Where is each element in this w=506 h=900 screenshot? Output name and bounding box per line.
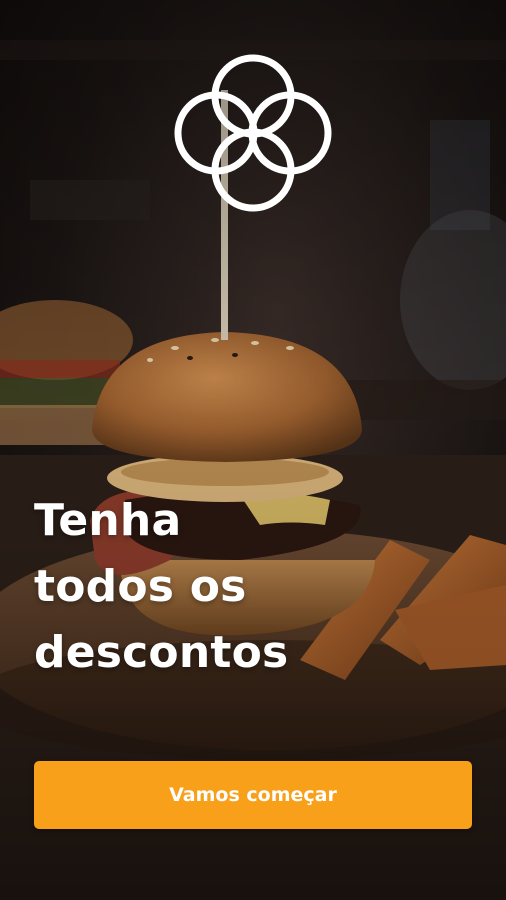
headline-line-3: descontos xyxy=(34,627,289,678)
four-circles-logo-icon xyxy=(174,54,332,212)
onboarding-screen: Tenha todos os descontos Vamos começar xyxy=(0,0,506,900)
headline-line-2: todos os xyxy=(34,561,247,612)
headline: Tenha todos os descontos xyxy=(34,488,474,686)
start-button[interactable]: Vamos começar xyxy=(34,761,472,829)
headline-line-1: Tenha xyxy=(34,495,182,546)
